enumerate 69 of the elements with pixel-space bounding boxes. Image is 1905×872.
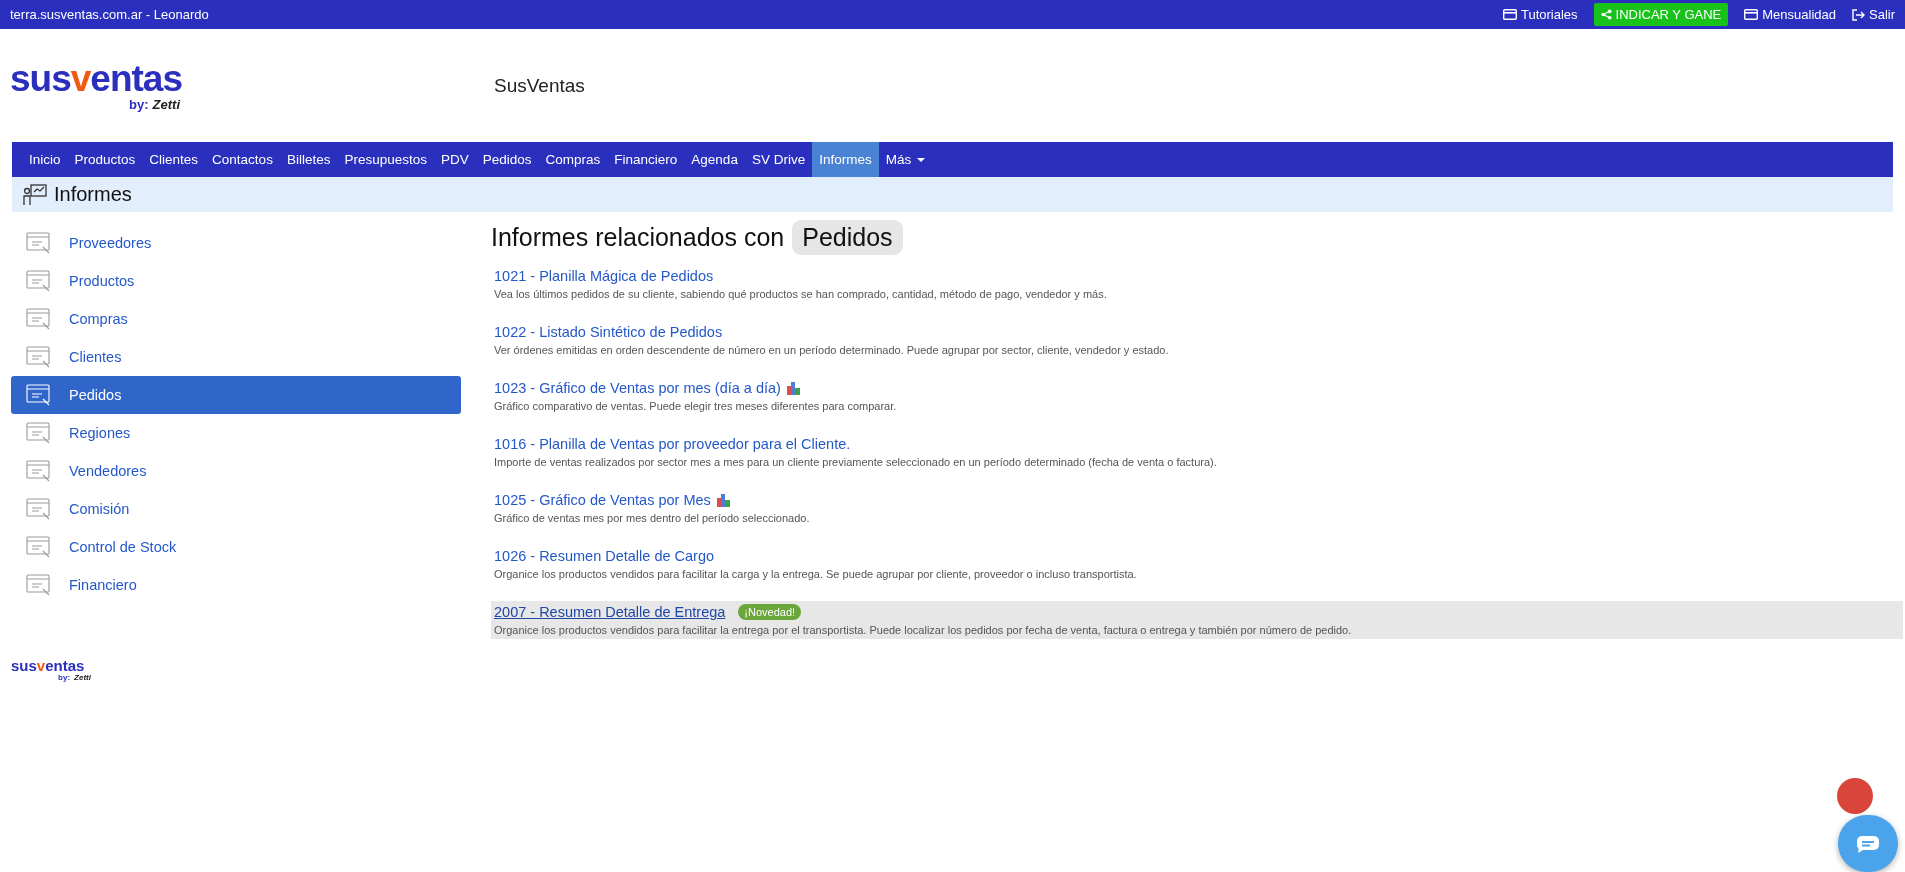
window-cursor-icon [25,344,53,370]
report-link[interactable]: 2007 - Resumen Detalle de Entrega [494,604,726,620]
nav-tab[interactable]: PDV [434,142,476,177]
report-link[interactable]: 1016 - Planilla de Ventas por proveedor para el Cliente. [494,436,851,452]
credit-card-icon [1744,9,1759,20]
sidebar-item[interactable]: Control de Stock [11,528,461,566]
share-icon [1600,9,1612,20]
credit-card-icon [1502,9,1517,20]
susventas-logo: susventas by: Zetti [11,658,91,682]
report-description: Organice los productos vendidos para facilitar la carga y la entrega. Se puede agrupar por cliente, proveedor o incluso transportista. [494,568,1138,580]
nav-tab[interactable]: Presupuestos [337,142,434,177]
window-cursor-icon [25,268,53,294]
susventas-logo: susventas by: Zetti [10,59,183,112]
nav-tab[interactable]: SV Drive [744,142,813,177]
report-link[interactable]: 1025 - Gráfico de Ventas por Mes [494,492,711,508]
nav-tab[interactable]: Clientes [142,142,206,177]
new-badge: ¡Novedad! [738,604,802,620]
sidebar-item[interactable]: Proveedores [11,224,461,262]
nav-tab[interactable]: Pedidos [475,142,539,177]
page-heading: Informes relacionados con [491,223,785,252]
bar-chart-icon [785,381,802,395]
sidebar-item[interactable]: Clientes [11,338,461,376]
report-link[interactable]: 1022 - Listado Sintético de Pedidos [494,324,723,340]
nav-tab[interactable]: Más [878,142,933,177]
top-link[interactable]: Mensualidad [1744,7,1836,22]
nav-tab[interactable]: Contactos [205,142,280,177]
nav-tab[interactable]: Financiero [607,142,685,177]
section-title: Informes [54,183,132,206]
nav-tab[interactable]: Compras [538,142,608,177]
nav-tab[interactable]: Informes [812,142,879,177]
chat-button[interactable] [1838,815,1898,872]
window-cursor-icon [25,534,53,560]
window-cursor-icon [25,230,53,256]
category-chip: Pedidos [792,220,903,255]
site-label: terra.susventas.com.ar - Leonardo [10,7,209,22]
report-link[interactable]: 1023 - Gráfico de Ventas por mes (día a día) [494,380,781,396]
nav-tab[interactable]: Productos [67,142,143,177]
nav-tab[interactable]: Billetes [279,142,338,177]
window-cursor-icon [25,420,53,446]
nav-tab[interactable]: Inicio [22,142,68,177]
sidebar-item[interactable]: Regiones [11,414,461,452]
sidebar-item[interactable]: Compras [11,300,461,338]
window-cursor-icon [25,458,53,484]
nav-tab[interactable]: Agenda [684,142,745,177]
logout-link[interactable]: Salir [1852,7,1895,22]
report-description: Gráfico comparativo de ventas. Puede elegir tres meses diferentes para comparar. [494,400,898,412]
report-description: Organice los productos vendidos para facilitar la entrega por el transportista. Puede localizar los pedidos por fecha de venta, factura o entrega y también por número de pedido. [494,624,1353,636]
sidebar-item[interactable]: Pedidos [11,376,461,414]
bar-chart-icon [715,493,732,507]
top-link[interactable]: Tutoriales [1502,7,1578,22]
report-description: Importe de ventas realizados por sector mes a mes para un cliente previamente seleccionado en un período determinado (fecha de venta o factura). [494,456,1218,468]
window-cursor-icon [25,382,53,408]
chat-bubble-icon [1856,834,1880,853]
sidebar-item[interactable]: Financiero [11,566,461,604]
presentation-board-icon [22,182,48,207]
window-cursor-icon [25,496,53,522]
app-title: SusVentas [494,74,585,97]
report-description: Gráfico de ventas mes por mes dentro del período seleccionado. [494,512,811,524]
sidebar-item[interactable]: Vendedores [11,452,461,490]
report-description: Vea los últimos pedidos de su cliente, sabiendo qué productos se han comprado, cantidad, método de pago, vendedor y más. [494,288,1108,300]
window-cursor-icon [25,306,53,332]
sidebar-item[interactable]: Comisión [11,490,461,528]
logout-icon [1852,8,1865,21]
report-link[interactable]: 1026 - Resumen Detalle de Cargo [494,548,715,564]
report-link[interactable]: 1021 - Planilla Mágica de Pedidos [494,268,714,284]
sidebar-item[interactable]: Productos [11,262,461,300]
report-description: Ver órdenes emitidas en orden descendente de número en un período determinado. Puede agrupar por sector, cliente, vendedor y estado. [494,344,1170,356]
window-cursor-icon [25,572,53,598]
floating-action-button[interactable] [1837,778,1873,814]
